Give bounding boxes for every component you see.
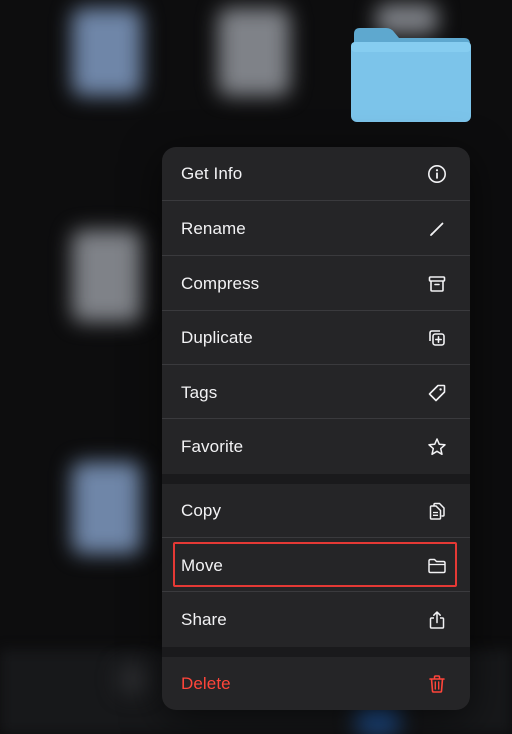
menu-item-label: Copy: [181, 501, 222, 520]
menu-item-tags[interactable]: Tags: [162, 366, 470, 420]
context-menu: Get Info Rename Compress Duplicate Tags …: [162, 147, 470, 710]
menu-item-rename[interactable]: Rename: [162, 202, 470, 256]
background-file-thumbnail: [72, 8, 142, 96]
menu-divider: [162, 200, 470, 201]
folder-icon: [426, 555, 448, 577]
menu-divider: [162, 364, 470, 365]
menu-divider: [162, 418, 470, 419]
menu-item-compress[interactable]: Compress: [162, 257, 470, 311]
menu-item-label: Share: [181, 610, 227, 629]
archive-box-icon: [426, 273, 448, 295]
menu-item-label: Tags: [181, 383, 218, 402]
background-tab-icon: [118, 664, 148, 694]
background-file-thumbnail: [72, 230, 142, 322]
folder-preview[interactable]: [350, 28, 472, 122]
menu-group-separator: [162, 647, 470, 657]
menu-item-label: Delete: [181, 674, 231, 693]
background-file-thumbnail: [72, 462, 142, 554]
tag-icon: [426, 382, 448, 404]
share-icon: [426, 609, 448, 631]
folder-icon: [351, 28, 471, 122]
menu-item-label: Favorite: [181, 437, 244, 456]
info-circle-icon: [426, 163, 448, 185]
pencil-icon: [426, 218, 448, 240]
menu-item-delete[interactable]: Delete: [162, 657, 470, 710]
menu-item-move[interactable]: Move: [162, 539, 470, 593]
star-icon: [426, 436, 448, 458]
menu-divider: [162, 255, 470, 256]
menu-item-label: Rename: [181, 219, 246, 238]
menu-item-label: Get Info: [181, 164, 243, 183]
trash-icon: [426, 673, 448, 695]
background-file-thumbnail: [218, 8, 290, 96]
copy-documents-icon: [426, 500, 448, 522]
menu-item-label: Compress: [181, 274, 260, 293]
menu-item-duplicate[interactable]: Duplicate: [162, 311, 470, 365]
menu-item-label: Move: [181, 556, 223, 575]
menu-divider: [162, 537, 470, 538]
duplicate-plus-icon: [426, 327, 448, 349]
menu-item-share[interactable]: Share: [162, 593, 470, 647]
menu-item-label: Duplicate: [181, 328, 253, 347]
menu-item-favorite[interactable]: Favorite: [162, 420, 470, 474]
menu-group-separator: [162, 474, 470, 484]
menu-divider: [162, 591, 470, 592]
menu-item-copy[interactable]: Copy: [162, 484, 470, 538]
screen: Get Info Rename Compress Duplicate Tags …: [0, 0, 512, 734]
menu-item-get-info[interactable]: Get Info: [162, 147, 470, 201]
